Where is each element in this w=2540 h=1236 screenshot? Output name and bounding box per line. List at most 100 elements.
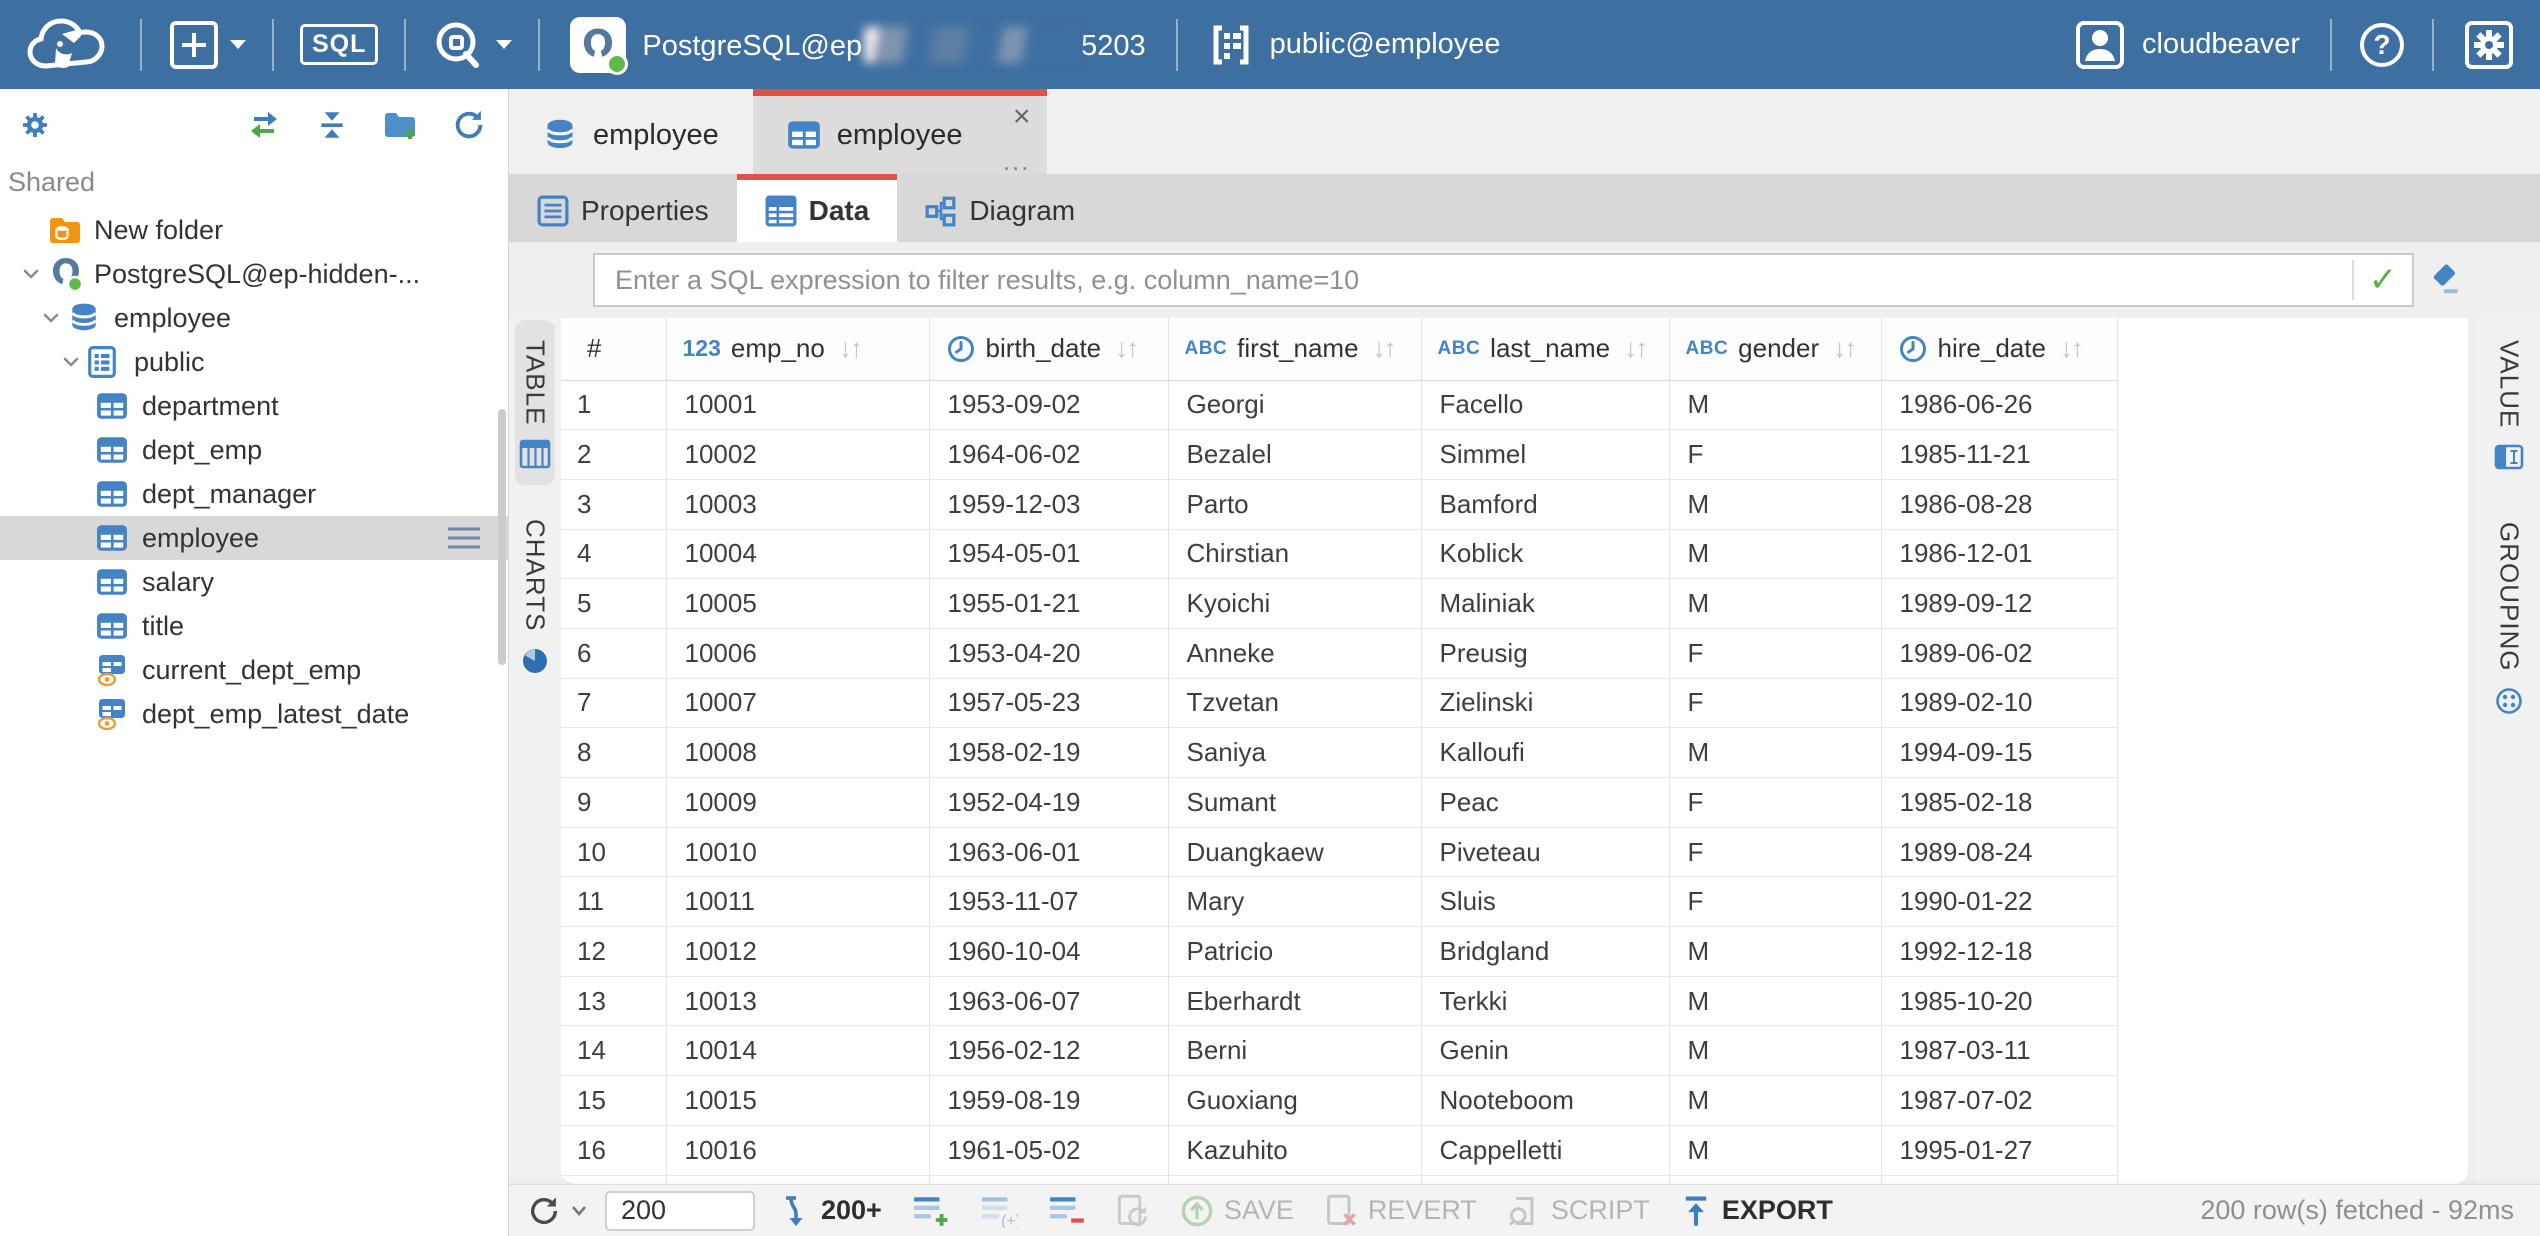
cell-hire_date[interactable]: 1986-12-01	[1881, 529, 2117, 579]
cell-emp_no[interactable]: 10016	[666, 1125, 929, 1175]
cell-birth_date[interactable]: 1956-02-12	[929, 1026, 1168, 1076]
presentation-tab-charts[interactable]: CHARTS	[516, 499, 555, 691]
duplicate-row-button[interactable]: (+)	[980, 1194, 1018, 1228]
export-button[interactable]: EXPORT	[1680, 1194, 1833, 1228]
cell-birth_date[interactable]: 1953-09-02	[929, 380, 1168, 430]
cell-row-index[interactable]: 8	[561, 728, 666, 778]
tree-expand-toggle[interactable]	[34, 306, 68, 330]
new-connection-button[interactable]	[146, 0, 268, 89]
cell-row-index[interactable]: 3	[561, 479, 666, 529]
save-button[interactable]: SAVE	[1180, 1194, 1294, 1228]
cell-hire_date[interactable]: 1989-06-02	[1881, 628, 2117, 678]
cell-birth_date[interactable]: 1959-08-19	[929, 1076, 1168, 1126]
cell-emp_no[interactable]: 10009	[666, 778, 929, 828]
cell-first_name[interactable]: Berni	[1168, 1026, 1421, 1076]
cell-emp_no[interactable]: 10006	[666, 628, 929, 678]
cell-emp_no[interactable]: 10003	[666, 479, 929, 529]
column-header-gender[interactable]: ABCgender↓↑	[1669, 318, 1881, 380]
cell-gender[interactable]: F	[1669, 778, 1881, 828]
tab-data[interactable]: Data	[737, 174, 898, 242]
tab-employee-data[interactable]: employee × ...	[753, 89, 1047, 174]
column-header-hire_date[interactable]: hire_date↓↑	[1881, 318, 2117, 380]
sort-arrows-icon[interactable]: ↓↑	[2060, 333, 2082, 364]
cell-emp_no[interactable]: 10014	[666, 1026, 929, 1076]
cell-emp_no[interactable]: 10015	[666, 1076, 929, 1126]
cell-first_name[interactable]: Kazuhito	[1168, 1125, 1421, 1175]
cell-emp_no[interactable]: 10007	[666, 678, 929, 728]
close-icon[interactable]: ×	[1013, 102, 1031, 132]
cell-last_name[interactable]: Simmel	[1421, 430, 1669, 480]
tree-settings-button[interactable]	[18, 108, 52, 142]
cell-gender[interactable]: M	[1669, 1125, 1881, 1175]
cell-last_name[interactable]: Facello	[1421, 380, 1669, 430]
cell-birth_date[interactable]: 1954-05-01	[929, 529, 1168, 579]
collapse-all-button[interactable]	[316, 109, 348, 141]
cell-last_name[interactable]: Genin	[1421, 1026, 1669, 1076]
settings-button[interactable]	[2438, 0, 2540, 89]
cell-emp_no[interactable]: 10010	[666, 827, 929, 877]
cell-emp_no[interactable]: 10013	[666, 976, 929, 1026]
cell-first_name[interactable]: Duangkaew	[1168, 827, 1421, 877]
tree-expand-toggle[interactable]	[14, 262, 48, 286]
add-row-button[interactable]	[912, 1194, 950, 1228]
cell-row-index[interactable]: 7	[561, 678, 666, 728]
cell-first_name[interactable]: Parto	[1168, 479, 1421, 529]
cell-first_name[interactable]: Mary	[1168, 877, 1421, 927]
cell-last_name[interactable]: Sluis	[1421, 877, 1669, 927]
tree-item-title[interactable]: title	[0, 604, 508, 648]
apply-filter-icon[interactable]: ✓	[2354, 260, 2412, 300]
sort-arrows-icon[interactable]: ↓↑	[1115, 333, 1137, 364]
tree-item-dept-manager[interactable]: dept_manager	[0, 472, 508, 516]
cell-row-index[interactable]: 9	[561, 778, 666, 828]
clear-filter-button[interactable]	[2426, 262, 2462, 298]
cell-gender[interactable]: F	[1669, 628, 1881, 678]
cell-birth_date[interactable]: 1958-07-06	[929, 1175, 1168, 1184]
cell-gender[interactable]: F	[1669, 430, 1881, 480]
cell-first_name[interactable]: Guoxiang	[1168, 1076, 1421, 1126]
cell-row-index[interactable]: 5	[561, 579, 666, 629]
cell-hire_date[interactable]: 1987-03-11	[1881, 1026, 2117, 1076]
cell-gender[interactable]: M	[1669, 1076, 1881, 1126]
cell-row-index[interactable]: 4	[561, 529, 666, 579]
cell-hire_date[interactable]: 1985-10-20	[1881, 976, 2117, 1026]
cell-first_name[interactable]: Patricio	[1168, 927, 1421, 977]
cell-first_name[interactable]: Cristinel	[1168, 1175, 1421, 1184]
link-with-editor-button[interactable]	[246, 110, 282, 140]
cell-hire_date[interactable]: 1987-07-02	[1881, 1076, 2117, 1126]
cell-emp_no[interactable]: 10001	[666, 380, 929, 430]
refresh-tree-button[interactable]	[452, 108, 486, 142]
tab-properties[interactable]: Properties	[509, 174, 737, 242]
cell-gender[interactable]: M	[1669, 927, 1881, 977]
cell-birth_date[interactable]: 1964-06-02	[929, 430, 1168, 480]
cell-hire_date[interactable]: 1986-08-28	[1881, 479, 2117, 529]
script-button[interactable]: SCRIPT	[1507, 1194, 1650, 1228]
tree-item-new-folder[interactable]: New folder	[0, 208, 508, 252]
revert-button[interactable]: REVERT	[1324, 1194, 1477, 1228]
cell-last_name[interactable]: Zielinski	[1421, 678, 1669, 728]
cell-row-index[interactable]: 17	[561, 1175, 666, 1184]
cell-row-index[interactable]: 6	[561, 628, 666, 678]
cell-row-index[interactable]: 15	[561, 1076, 666, 1126]
user-menu[interactable]: cloudbeaver	[2048, 0, 2326, 89]
cell-first_name[interactable]: Saniya	[1168, 728, 1421, 778]
cell-gender[interactable]: M	[1669, 1026, 1881, 1076]
cell-birth_date[interactable]: 1958-02-19	[929, 728, 1168, 778]
cell-birth_date[interactable]: 1952-04-19	[929, 778, 1168, 828]
cell-hire_date[interactable]: 1989-09-12	[1881, 579, 2117, 629]
cell-last_name[interactable]: Nooteboom	[1421, 1076, 1669, 1126]
cell-last_name[interactable]: Bouloucos	[1421, 1175, 1669, 1184]
cell-gender[interactable]: M	[1669, 380, 1881, 430]
cell-gender[interactable]: M	[1669, 976, 1881, 1026]
cell-birth_date[interactable]: 1963-06-07	[929, 976, 1168, 1026]
cloudbeaver-logo[interactable]	[24, 14, 110, 76]
cell-emp_no[interactable]: 10002	[666, 430, 929, 480]
cell-row-index[interactable]: 16	[561, 1125, 666, 1175]
new-folder-button[interactable]	[382, 109, 418, 141]
sort-arrows-icon[interactable]: ↓↑	[839, 333, 861, 364]
cell-birth_date[interactable]: 1963-06-01	[929, 827, 1168, 877]
presentation-tab-table[interactable]: TABLE	[515, 320, 555, 485]
schema-selector[interactable]: public@employee	[1182, 0, 1527, 89]
cell-last_name[interactable]: Preusig	[1421, 628, 1669, 678]
cell-emp_no[interactable]: 10012	[666, 927, 929, 977]
connection-selector[interactable]: PostgreSQL@ep5203	[544, 0, 1171, 89]
